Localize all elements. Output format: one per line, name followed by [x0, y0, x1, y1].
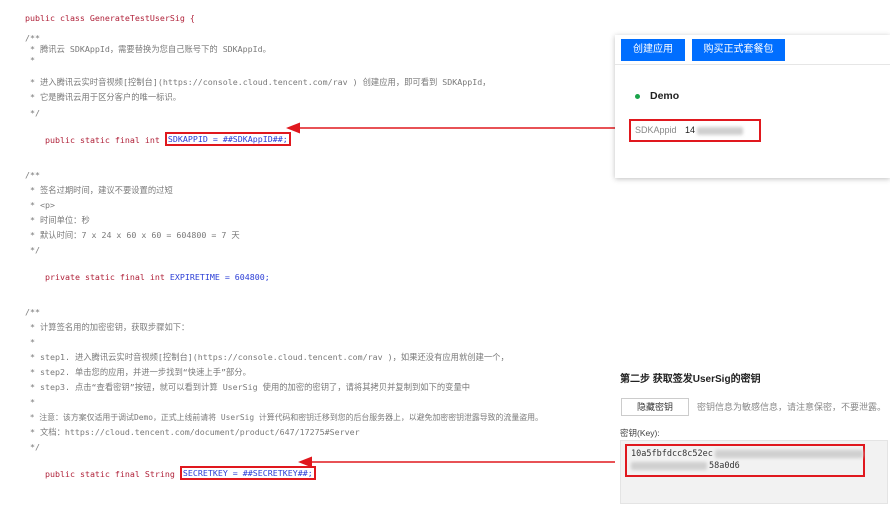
comment-line: /**	[25, 170, 40, 180]
comment-line: * 注意：该方案仅适用于调试Demo，正式上线前请将 UserSig 计算代码和…	[25, 413, 543, 422]
app-console-panel: 创建应用 购买正式套餐包 Demo SDKAppid 14	[615, 35, 890, 178]
key-label: 密钥(Key):	[620, 428, 660, 438]
comment-line: */	[25, 245, 40, 255]
comment-line: /**	[25, 307, 40, 317]
comment-line: */	[25, 442, 40, 452]
class-header: public class GenerateTestUserSig {	[24, 13, 195, 23]
create-app-button[interactable]: 创建应用	[621, 39, 685, 61]
redacted-blur	[697, 126, 744, 135]
sdkappid-label: SDKAppid	[635, 125, 677, 135]
comment-line: * 时间单位：秒	[25, 215, 90, 225]
comment-line: * step3. 点击“查看密钥”按钮，就可以看到计算 UserSig 使用的加…	[25, 382, 471, 392]
comment-line: * 默认时间：7 x 24 x 60 x 60 = 604800 = 7 天	[25, 230, 240, 240]
comment-line: * 它是腾讯云用于区分客户的唯一标识。	[25, 92, 182, 102]
sdkappid-value: 14	[685, 125, 696, 135]
secretkey-declaration: public static final String SECRETKEY = #…	[25, 458, 316, 491]
comment-line: *	[25, 397, 35, 407]
comment-line: * step2. 单击您的应用，并进一步找到“快速上手”部分。	[25, 367, 251, 377]
comment-line: *	[25, 55, 35, 65]
redacted-blur	[631, 461, 707, 470]
app-name[interactable]: Demo	[650, 90, 679, 102]
comment-line: * 计算签名用的加密密钥，获取步骤如下：	[25, 322, 190, 332]
console-toolbar: 创建应用 购买正式套餐包	[615, 35, 890, 65]
status-dot-icon	[635, 94, 640, 99]
key-line-2: 58a0d6	[631, 461, 740, 471]
comment-line: /**	[25, 33, 40, 43]
code-view: public class GenerateTestUserSig { /** *…	[0, 0, 610, 505]
step-title: 第二步 获取签发UserSig的密钥	[620, 374, 761, 385]
key-line-1: 10a5fbfdcc8c52ec	[631, 449, 863, 459]
comment-line: * 腾讯云 SDKAppId，需要替换为您自己账号下的 SDKAppId。	[25, 44, 271, 54]
comment-line: * 进入腾讯云实时音视频[控制台](https://console.cloud.…	[25, 77, 491, 87]
comment-line: * 签名过期时间，建议不要设置的过短	[25, 185, 173, 195]
sdkappid-field: SDKAppid 14	[629, 119, 761, 142]
redacted-blur	[714, 449, 863, 458]
hide-key-button[interactable]: 隐藏密钥	[621, 398, 689, 416]
sdkappid-declaration: public static final int SDKAPPID = ##SDK…	[25, 124, 291, 157]
sdkappid-highlight: SDKAPPID = ##SDKAppID##;	[164, 132, 291, 146]
expiretime-declaration: private static final int EXPIRETIME = 60…	[44, 272, 270, 282]
buy-package-button[interactable]: 购买正式套餐包	[692, 39, 785, 61]
secret-key-panel: 第二步 获取签发UserSig的密钥 隐藏密钥 密钥信息为敏感信息，请注意保密，…	[615, 360, 890, 505]
comment-line: * <p>	[25, 200, 55, 210]
comment-line: * step1. 进入腾讯云实时音视频[控制台](https://console…	[25, 352, 509, 362]
sensitive-hint: 密钥信息为敏感信息，请注意保密，不要泄露。	[697, 402, 887, 412]
comment-line: *	[25, 337, 35, 347]
secret-key-value[interactable]: 10a5fbfdcc8c52ec 58a0d6	[625, 444, 865, 477]
comment-line: */	[25, 108, 40, 118]
secretkey-highlight: SECRETKEY = ##SECRETKEY##;	[179, 466, 316, 480]
comment-line: * 文档：https://cloud.tencent.com/document/…	[25, 427, 360, 437]
